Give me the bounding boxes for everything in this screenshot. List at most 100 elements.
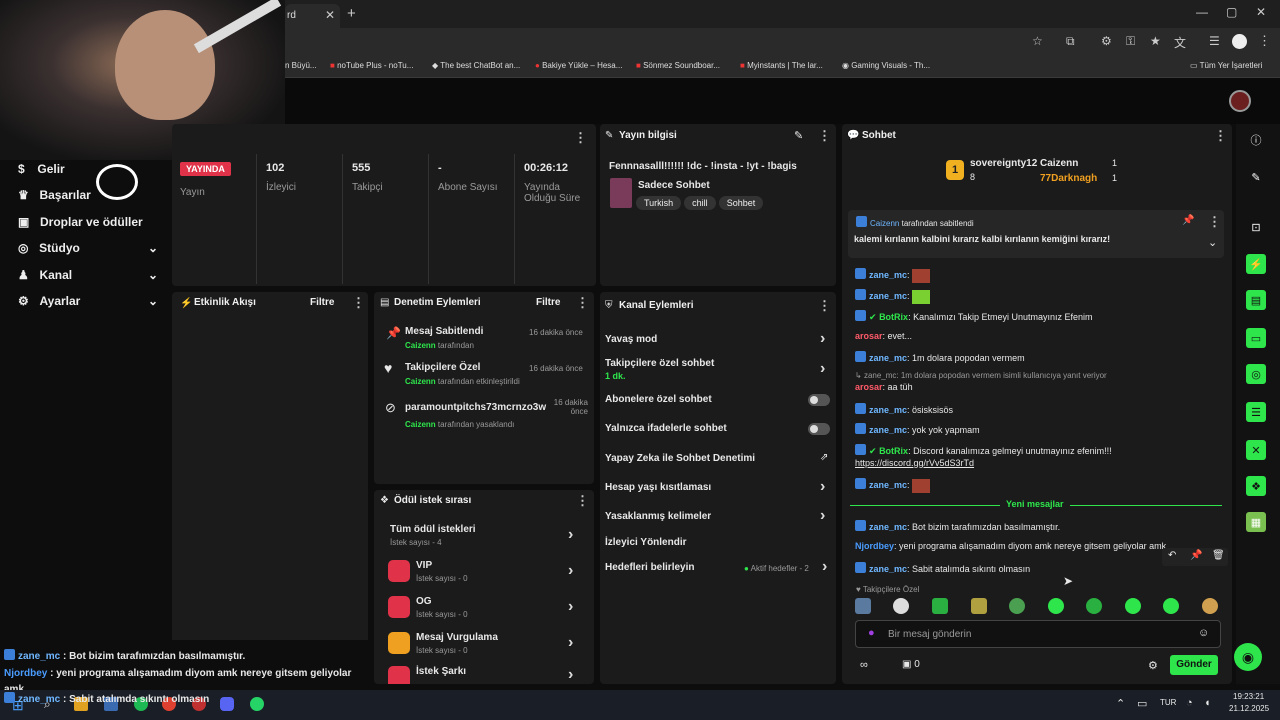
- banned-words-item[interactable]: Yasaklanmış kelimeler ›: [600, 507, 836, 527]
- minimize-icon[interactable]: —: [1196, 5, 1208, 19]
- chat-icon[interactable]: ▭: [1246, 328, 1266, 348]
- more-options-icon[interactable]: ⋮: [576, 493, 589, 509]
- new-tab-icon[interactable]: +: [347, 5, 356, 22]
- send-button[interactable]: Gönder: [1170, 655, 1218, 675]
- reward-item-og[interactable]: OG İstek sayısı - 0 ›: [388, 594, 588, 624]
- more-options-icon[interactable]: ⋮: [352, 295, 365, 311]
- bookmark[interactable]: n Büyü...: [285, 61, 317, 70]
- sidebar-item-gelir[interactable]: $ Gelir: [18, 162, 65, 176]
- pin-icon[interactable]: 📌: [1190, 550, 1202, 561]
- broadcast-icon[interactable]: ◎: [1246, 364, 1266, 384]
- discord-icon[interactable]: [220, 697, 234, 711]
- bookmark[interactable]: ■ Sönmez Soundboar...: [636, 61, 720, 70]
- emote[interactable]: [1086, 598, 1102, 614]
- more-options-icon[interactable]: ⋮: [574, 130, 587, 146]
- emote[interactable]: [893, 598, 909, 614]
- extension-icon[interactable]: ⧉: [1066, 34, 1075, 49]
- sidebar-item-basarilar[interactable]: ♛ Başarılar: [18, 188, 91, 202]
- app-icon[interactable]: ▦: [1246, 512, 1266, 532]
- goals-item[interactable]: Hedefleri belirleyin ● Aktif hedefler - …: [600, 558, 836, 578]
- whatsapp-icon[interactable]: [250, 697, 264, 711]
- close-window-icon[interactable]: ✕: [1256, 5, 1266, 19]
- chat-input[interactable]: ● Bir mesaj gönderin ☺: [855, 620, 1221, 648]
- filter-button[interactable]: Filtre: [310, 297, 334, 308]
- reply-icon[interactable]: ↶: [1168, 550, 1176, 561]
- info-icon[interactable]: ⓘ: [1246, 130, 1266, 150]
- close-tab-icon[interactable]: ✕: [325, 8, 335, 22]
- slow-mode-item[interactable]: Yavaş mod ›: [600, 330, 836, 352]
- ai-moderation-item[interactable]: Yapay Zeka ile Sohbet Denetimi ⇗: [600, 449, 836, 469]
- browser-tab[interactable]: rd ✕: [285, 4, 340, 28]
- emote-only-toggle[interactable]: [808, 423, 830, 435]
- reward-item-highlight[interactable]: Mesaj Vurgulama İstek sayısı - 0 ›: [388, 630, 588, 660]
- star-icon[interactable]: ☆: [1032, 34, 1043, 48]
- emote[interactable]: [855, 598, 871, 614]
- emote[interactable]: [1048, 598, 1064, 614]
- sidebar-item-studyo[interactable]: ◎ Stüdyo ⌄: [18, 241, 158, 255]
- emote[interactable]: [1009, 598, 1025, 614]
- sidebar-item-ayarlar[interactable]: ⚙ Ayarlar ⌄: [18, 294, 158, 308]
- emote[interactable]: [1202, 598, 1218, 614]
- raid-item[interactable]: İzleyici Yönlendir: [600, 533, 836, 553]
- sidebar-item-kanal[interactable]: ♟ Kanal ⌄: [18, 268, 158, 282]
- settings-icon[interactable]: ⚙: [1148, 659, 1158, 672]
- trash-icon[interactable]: 🗑: [1212, 550, 1225, 561]
- bookmark[interactable]: ◉ Gaming Visuals - Th...: [842, 61, 930, 70]
- microphone-arm: [193, 0, 282, 54]
- reward-icon[interactable]: ❖: [1246, 476, 1266, 496]
- emote[interactable]: [1125, 598, 1141, 614]
- wrench-icon[interactable]: ✕: [1246, 440, 1266, 460]
- emote[interactable]: [971, 598, 987, 614]
- emoji-icon[interactable]: ☺: [1198, 627, 1209, 639]
- all-bookmarks[interactable]: ▭ Tüm Yer İşaretleri: [1190, 61, 1262, 70]
- bookmark[interactable]: ■ noTube Plus - noTu...: [330, 61, 413, 70]
- lightning-icon[interactable]: ⚡: [1246, 254, 1266, 274]
- user-avatar[interactable]: [1229, 90, 1251, 112]
- help-icon[interactable]: ◉: [1234, 643, 1262, 671]
- reward-item-vip[interactable]: VIP İstek sayısı - 0 ›: [388, 558, 588, 588]
- filter-button[interactable]: Filtre: [536, 297, 560, 308]
- maximize-icon[interactable]: ▢: [1226, 5, 1237, 19]
- browser-menu-icon[interactable]: ⋮: [1258, 33, 1271, 49]
- emote[interactable]: [932, 598, 948, 614]
- gift-icon[interactable]: ▣ 0: [902, 659, 920, 670]
- more-options-icon[interactable]: ⋮: [576, 295, 589, 311]
- pin-icon[interactable]: 📌: [1182, 215, 1194, 226]
- chat-link[interactable]: https://discord.gg/rVv5dS3rTd: [855, 458, 974, 468]
- list-icon[interactable]: ☰: [1246, 402, 1266, 422]
- profile-avatar[interactable]: [1232, 34, 1247, 49]
- emote[interactable]: [1163, 598, 1179, 614]
- extension-icon[interactable]: ⚙: [1101, 34, 1112, 48]
- wifi-icon[interactable]: ◔: [1186, 697, 1193, 709]
- more-options-icon[interactable]: ⋮: [1208, 214, 1221, 230]
- microphone-icon[interactable]: ●: [868, 627, 875, 639]
- tray-chevron-icon[interactable]: ⌃: [1116, 697, 1125, 710]
- capture-icon[interactable]: ⊡: [1246, 217, 1266, 237]
- key-icon[interactable]: ⚿: [1126, 34, 1135, 49]
- sidebar-item-droplar[interactable]: ▣ Droplar ve ödüller: [18, 215, 143, 229]
- edit-icon[interactable]: ✎: [1246, 167, 1266, 187]
- infinity-icon[interactable]: ∞: [860, 659, 868, 671]
- account-age-item[interactable]: Hesap yaşı kısıtlaması ›: [600, 478, 836, 498]
- network-icon[interactable]: ▭: [1137, 697, 1147, 710]
- more-options-icon[interactable]: ⋮: [818, 298, 831, 314]
- bookmark[interactable]: ◆ The best ChatBot an...: [432, 61, 520, 70]
- menu-list-icon[interactable]: ☰: [1209, 34, 1220, 48]
- language-indicator[interactable]: TUR: [1160, 698, 1176, 707]
- more-options-icon[interactable]: ⋮: [1214, 128, 1227, 144]
- subs-only-toggle[interactable]: [808, 394, 830, 406]
- bookmark[interactable]: ■ Myinstants | The lar...: [740, 61, 823, 70]
- volume-icon[interactable]: ◖: [1204, 697, 1211, 709]
- more-options-icon[interactable]: ⋮: [818, 128, 831, 144]
- clock-time[interactable]: 19:23:21: [1233, 692, 1264, 701]
- edit-icon[interactable]: ✎: [794, 129, 803, 142]
- clock-date[interactable]: 21.12.2025: [1229, 704, 1269, 713]
- followers-only-item[interactable]: Takipçilere özel sohbet 1 dk. ›: [600, 356, 836, 384]
- bookmark-star-icon[interactable]: ★: [1150, 34, 1161, 48]
- reward-item-song[interactable]: İstek Şarkı ›: [388, 664, 588, 684]
- bookmark[interactable]: ● Bakiye Yükle – Hesa...: [535, 61, 622, 70]
- reward-all-item[interactable]: Tüm ödül istekleri İstek sayısı - 4 ›: [388, 522, 588, 552]
- document-icon[interactable]: ▤: [1246, 290, 1266, 310]
- chevron-down-icon[interactable]: ⌄: [1208, 236, 1217, 249]
- translate-icon[interactable]: 文: [1174, 34, 1186, 51]
